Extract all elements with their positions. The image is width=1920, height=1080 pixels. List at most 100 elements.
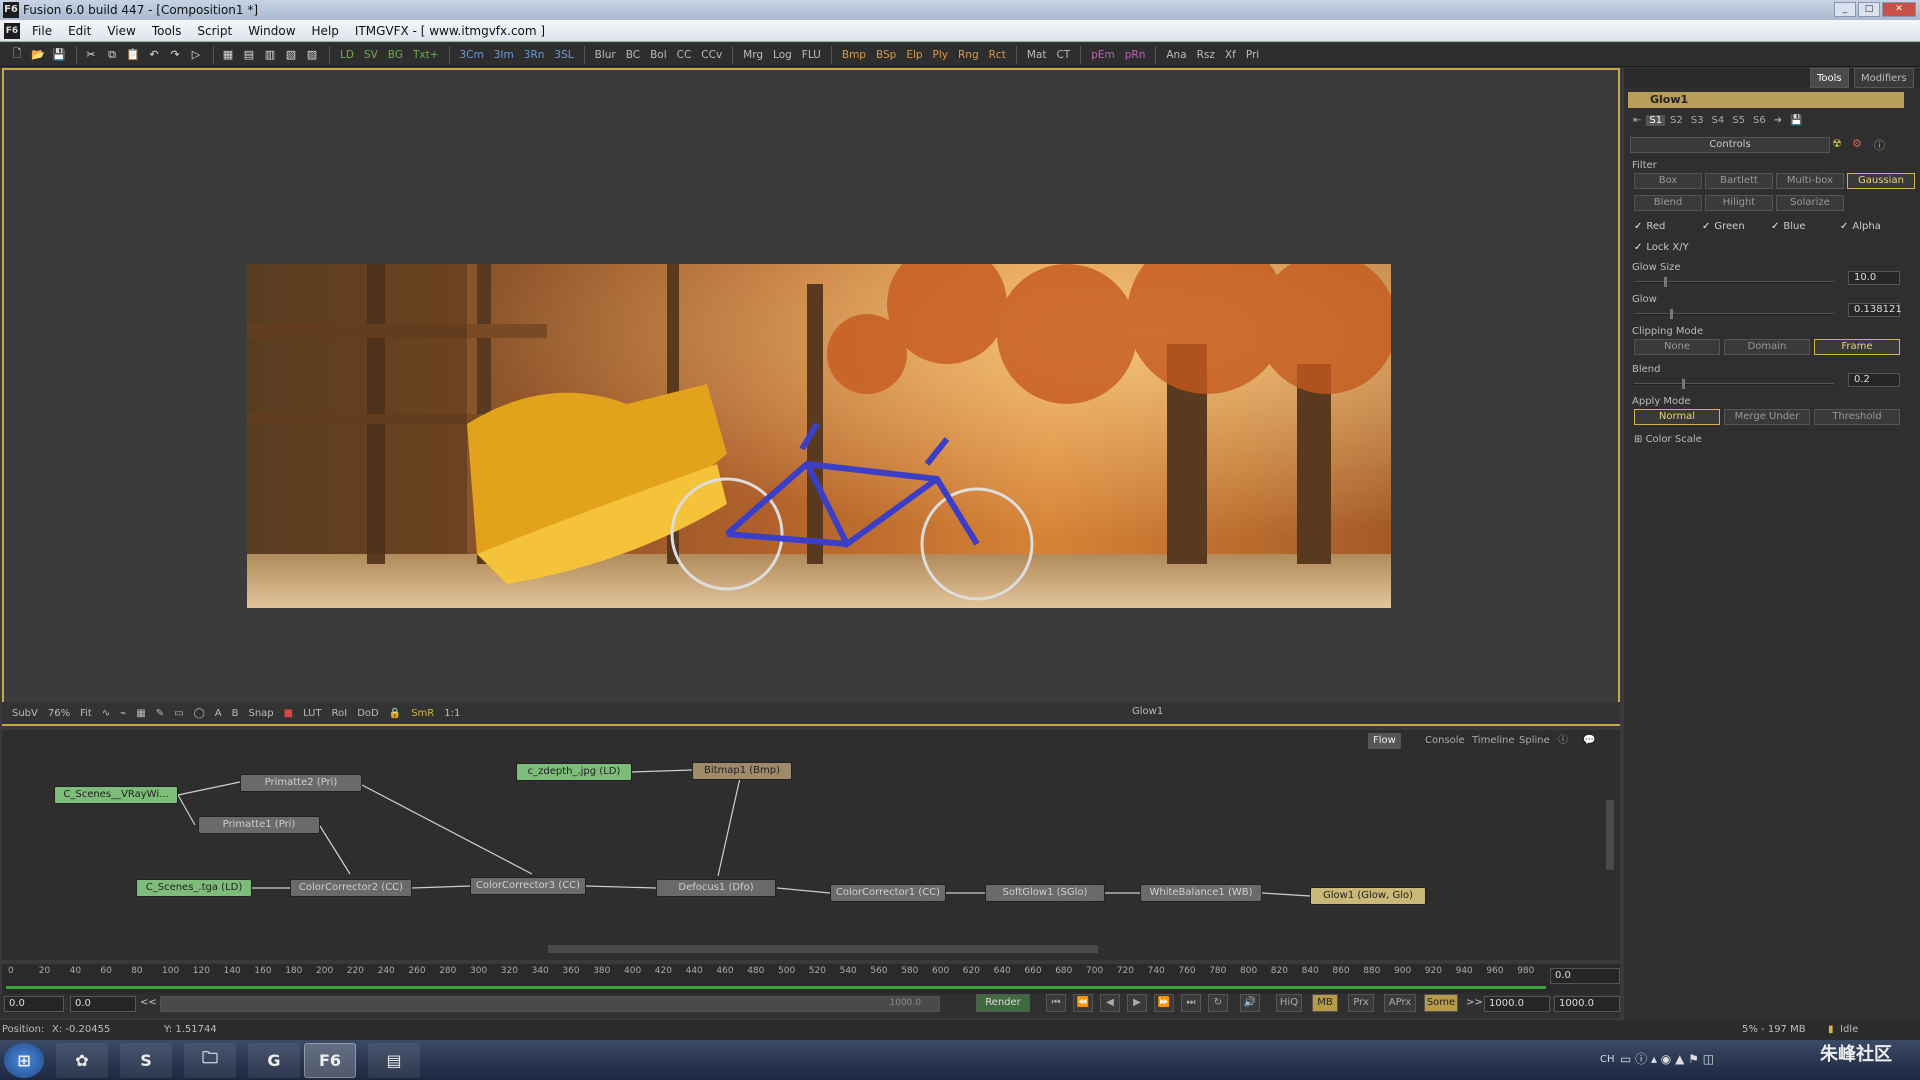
open-file-icon[interactable]: 📂 [29,46,47,64]
check-blue[interactable]: ✓ Blue [1771,221,1806,232]
play-icon[interactable]: ▶ [1127,994,1147,1012]
tool-button-xf[interactable]: Xf [1220,49,1241,61]
goto-end-icon[interactable]: ⏭ [1181,994,1201,1012]
flow-node-n9[interactable]: Defocus1 (Dfo) [656,879,776,897]
subtab-s6[interactable]: S6 [1750,115,1769,126]
flow-node-n10[interactable]: ColorCorrector1 (CC) [830,884,946,902]
tool-button-prn[interactable]: pRn [1120,49,1151,61]
some-button[interactable]: Some [1424,994,1458,1012]
check-alpha[interactable]: ✓ Alpha [1840,221,1881,232]
flow-panel[interactable] [2,730,1620,960]
time-slider[interactable]: 1000.0 [160,996,940,1012]
filter-blend-button[interactable]: Blend [1634,195,1702,211]
filter-bartlett-button[interactable]: Bartlett [1705,173,1773,189]
tool-button-cc[interactable]: CC [672,49,697,61]
grid-icon[interactable]: ▦ [131,708,150,719]
flow-node-n7[interactable]: ColorCorrector2 (CC) [290,879,412,897]
tab-tools[interactable]: Tools [1810,68,1849,88]
filter-hilight-button[interactable]: Hilight [1705,195,1773,211]
layout-1-icon[interactable]: ▦ [219,46,237,64]
color-channel-icon[interactable]: ■ [279,708,298,719]
loop-icon[interactable]: ↻ [1208,994,1228,1012]
controls-button[interactable]: Controls [1630,137,1830,153]
flow-node-n11[interactable]: SoftGlow1 (SGlo) [985,884,1105,902]
tool-button-3cm[interactable]: 3Cm [455,49,489,61]
tab-timeline[interactable]: Timeline [1467,733,1520,749]
copy-icon[interactable]: ⧉ [103,46,121,64]
subtab-s1[interactable]: S1 [1646,114,1666,126]
taskbar-app-6-icon[interactable]: ▤ [368,1043,420,1078]
tool-header[interactable]: Glow1 [1628,92,1904,108]
subtab-s2[interactable]: S2 [1667,115,1686,126]
tab-spline[interactable]: Spline [1514,733,1555,749]
clipping-frame-button[interactable]: Frame [1814,339,1900,355]
tool-button-3im[interactable]: 3Im [489,49,519,61]
flow-node-n2[interactable]: Primatte2 (Pri) [240,774,362,792]
tool-button-3rn[interactable]: 3Rn [519,49,550,61]
tool-button-bsp[interactable]: BSp [871,49,901,61]
nav-forward-button[interactable]: >> [1466,997,1483,1008]
global-start-field[interactable]: 0.0 [4,996,64,1012]
minimize-button[interactable]: _ [1834,2,1856,17]
expand-icon[interactable]: ⊞ [1634,434,1646,445]
tool-button-ana[interactable]: Ana [1161,49,1191,61]
tool-button-pri[interactable]: Pri [1241,49,1264,61]
undo-icon[interactable]: ↶ [145,46,163,64]
zoom-level[interactable]: 76% [43,708,75,719]
close-button[interactable]: ✕ [1882,2,1916,17]
glow-slider[interactable] [1634,309,1834,319]
flow-node-n4[interactable]: c_zdepth_.jpg (LD) [516,763,632,781]
snap-button[interactable]: Snap [243,708,278,719]
flow-node-n1[interactable]: C_Scenes__VRayWi... [54,786,178,804]
apply-merge-under-button[interactable]: Merge Under [1724,409,1810,425]
subtab-s5[interactable]: S5 [1729,115,1748,126]
tool-button-ld[interactable]: LD [335,49,359,61]
prx-button[interactable]: Prx [1348,994,1374,1012]
taskbar-fusion-icon[interactable]: F6 [304,1043,356,1078]
tool-button-sv[interactable]: SV [359,49,383,61]
tool-button-rsz[interactable]: Rsz [1192,49,1220,61]
flow-node-n3[interactable]: Primatte1 (Pri) [198,816,320,834]
menu-help[interactable]: Help [304,24,347,38]
brush-icon[interactable]: ✎ [151,708,169,719]
filter-multi-box-button[interactable]: Multi-box [1776,173,1844,189]
color-scale-group[interactable]: ⊞ Color Scale [1634,434,1702,445]
layout-3-icon[interactable]: ▥ [261,46,279,64]
clipping-none-button[interactable]: None [1634,339,1720,355]
flow-node-n8[interactable]: ColorCorrector3 (CC) [470,877,586,895]
fit-button[interactable]: Fit [75,708,97,719]
step-forward-icon[interactable]: ⏩ [1154,994,1174,1012]
blend-slider[interactable] [1634,379,1834,389]
taskbar-app-4-icon[interactable]: G [248,1043,300,1078]
spline-icon[interactable]: ∿ [97,708,115,719]
flow-node-n12[interactable]: WhiteBalance1 (WB) [1140,884,1262,902]
check-lock-xy[interactable]: ✓ Lock X/Y [1634,242,1689,253]
flow-vscroll-thumb[interactable] [1606,800,1614,870]
tool-button-bmp[interactable]: Bmp [837,49,871,61]
redo-icon[interactable]: ↷ [166,46,184,64]
subtab-s4[interactable]: S4 [1709,115,1728,126]
blend-value[interactable]: 0.2 [1848,373,1900,387]
tool-button-ply[interactable]: Ply [928,49,953,61]
menu-script[interactable]: Script [189,24,240,38]
tool-button-blur[interactable]: Blur [590,49,621,61]
rectangle-icon[interactable]: ▭ [169,708,188,719]
flow-info-icon[interactable]: ⓘ [1553,733,1573,749]
taskbar-app-1-icon[interactable]: ✿ [56,1043,108,1078]
lut-button[interactable]: LUT [298,708,327,719]
clipping-domain-button[interactable]: Domain [1724,339,1810,355]
flow-node-n13[interactable]: Glow1 (Glow, Glo) [1310,887,1426,905]
subtab-s3[interactable]: S3 [1688,115,1707,126]
tray-language[interactable]: CH [1600,1054,1615,1065]
pin-icon[interactable]: ⇤ [1630,115,1644,126]
maximize-button[interactable]: □ [1858,2,1880,17]
layout-2-icon[interactable]: ▤ [240,46,258,64]
flow-chat-icon[interactable]: 💬 [1578,733,1600,749]
layout-4-icon[interactable]: ▧ [282,46,300,64]
render-button[interactable]: Render [976,994,1030,1012]
tray-icons[interactable]: ▭ ⓘ ▴ ◉ ▲ ⚑ ◫ [1620,1050,1714,1067]
info-icon[interactable]: ⓘ [1874,137,1885,153]
glow-value[interactable]: 0.138121 [1848,303,1902,317]
paste-icon[interactable]: 📋 [124,46,142,64]
check-green[interactable]: ✓ Green [1702,221,1745,232]
